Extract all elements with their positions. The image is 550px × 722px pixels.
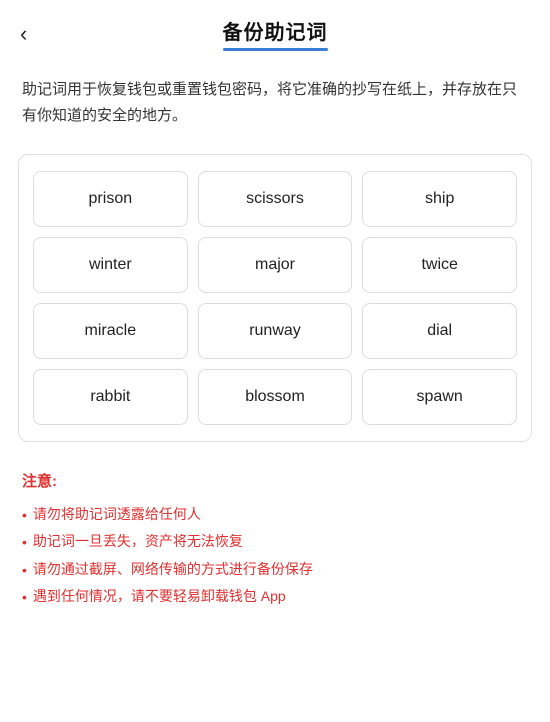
- notice-title: 注意:: [22, 470, 528, 491]
- mnemonic-word-11: blossom: [198, 369, 353, 425]
- header: ‹ 备份助记词: [0, 0, 550, 59]
- mnemonic-word-12: spawn: [362, 369, 517, 425]
- mnemonic-word-6: twice: [362, 237, 517, 293]
- mnemonic-grid: prisonscissorsship wintermajortwice miracl…: [27, 165, 523, 431]
- mnemonic-word-5: major: [198, 237, 353, 293]
- mnemonic-grid-container: prisonscissorsship wintermajortwice miracl…: [18, 154, 532, 442]
- mnemonic-word-4: winter: [33, 237, 188, 293]
- title-wrap: 备份助记词: [223, 16, 328, 51]
- page-title: 备份助记词: [223, 16, 328, 45]
- notice-item-2: 助记词一旦丢失，资产将无法恢复: [22, 528, 528, 556]
- description-text: 助记词用于恢复钱包或重置钱包密码，将它准确的抄写在纸上，并存放在只有你知道的安全…: [0, 59, 550, 140]
- back-button[interactable]: ‹: [20, 23, 27, 45]
- notice-item-3: 请勿通过截屏、网络传输的方式进行备份保存: [22, 556, 528, 584]
- mnemonic-word-10: rabbit: [33, 369, 188, 425]
- mnemonic-word-1: prison: [33, 171, 188, 227]
- mnemonic-word-9: dial: [362, 303, 517, 359]
- mnemonic-word-7: miracle: [33, 303, 188, 359]
- mnemonic-word-3: ship: [362, 171, 517, 227]
- mnemonic-word-2: scissors: [198, 171, 353, 227]
- notice-item-1: 请勿将助记词透露给任何人: [22, 501, 528, 529]
- notice-items-container: 请勿将助记词透露给任何人助记词一旦丢失，资产将无法恢复请勿通过截屏、网络传输的方…: [22, 501, 528, 611]
- notice-item-4: 遇到任何情况，请不要轻易卸载钱包 App: [22, 583, 528, 611]
- mnemonic-word-8: runway: [198, 303, 353, 359]
- notice-section: 注意: 请勿将助记词透露给任何人助记词一旦丢失，资产将无法恢复请勿通过截屏、网络…: [0, 456, 550, 629]
- title-underline: [223, 48, 328, 51]
